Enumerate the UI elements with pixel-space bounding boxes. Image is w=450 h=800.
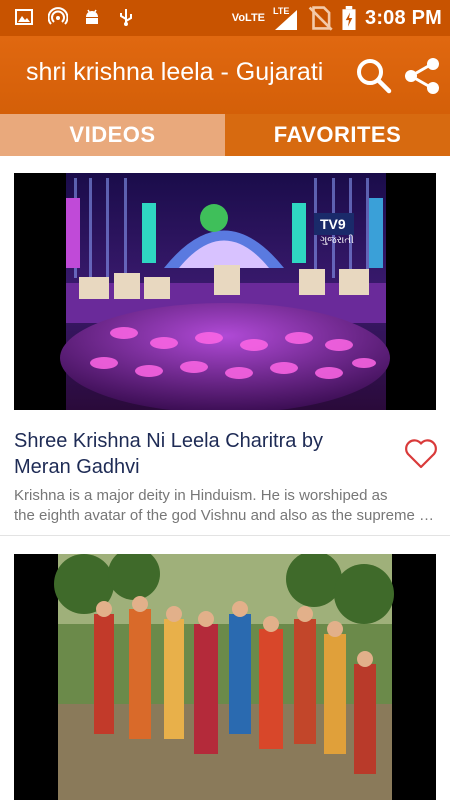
video-description: Krishna is a major deity in Hinduism. He… — [14, 486, 434, 526]
channel-logo-sub: ગુજરાતી — [320, 234, 354, 246]
hotspot-icon — [48, 7, 68, 25]
video-title-line1: Shree Krishna Ni Leela Charitra by — [14, 430, 324, 452]
video-title-line2: Meran Gadhvi — [14, 456, 140, 478]
system-icons: VoLTE LTE 3:08 PM — [232, 0, 442, 36]
channel-logo: TV9 — [320, 216, 346, 232]
signal-icon: LTE — [273, 6, 299, 30]
video-thumbnail[interactable]: TV9 ગુજરાતી — [14, 173, 436, 410]
search-icon — [357, 59, 392, 94]
video-list[interactable]: TV9 ગુજરાતી Shree Krishna Ni Leela Chari… — [0, 156, 450, 800]
video-thumbnail[interactable] — [14, 554, 436, 800]
app-title: shri krishna leela - Gujarati — [26, 58, 324, 86]
share-icon — [405, 58, 439, 94]
favorite-button[interactable] — [404, 438, 438, 470]
dance-scene-image — [14, 554, 436, 800]
image-icon — [15, 9, 33, 25]
battery-charging-icon — [342, 6, 356, 30]
video-card[interactable] — [0, 554, 450, 800]
no-sim-icon — [308, 6, 333, 31]
video-title[interactable]: Shree Krishna Ni Leela Charitra by Meran… — [14, 428, 394, 480]
tab-favorites[interactable]: FAVORITES — [225, 114, 450, 156]
android-icon — [86, 9, 98, 24]
heart-icon — [405, 439, 437, 469]
share-button[interactable] — [402, 56, 442, 96]
search-button[interactable] — [354, 56, 394, 96]
video-card[interactable]: TV9 ગુજરાતી Shree Krishna Ni Leela Chari… — [0, 156, 450, 536]
volte-label: VoLTE — [231, 11, 265, 24]
app-bar: shri krishna leela - Gujarati — [0, 36, 450, 114]
notification-icons — [14, 7, 136, 27]
status-bar: VoLTE LTE 3:08 PM — [0, 0, 450, 36]
clock: 3:08 PM — [365, 6, 442, 29]
tab-videos[interactable]: VIDEOS — [0, 114, 225, 156]
tab-bar: VIDEOS FAVORITES — [0, 114, 450, 156]
video-description-line1: Krishna is a major deity in Hinduism. He… — [14, 487, 388, 504]
usb-icon — [120, 9, 132, 26]
concert-stage-image: TV9 ગુજરાતી — [14, 173, 436, 410]
video-description-line2: the eighth avatar of the god Vishnu and … — [14, 507, 434, 524]
